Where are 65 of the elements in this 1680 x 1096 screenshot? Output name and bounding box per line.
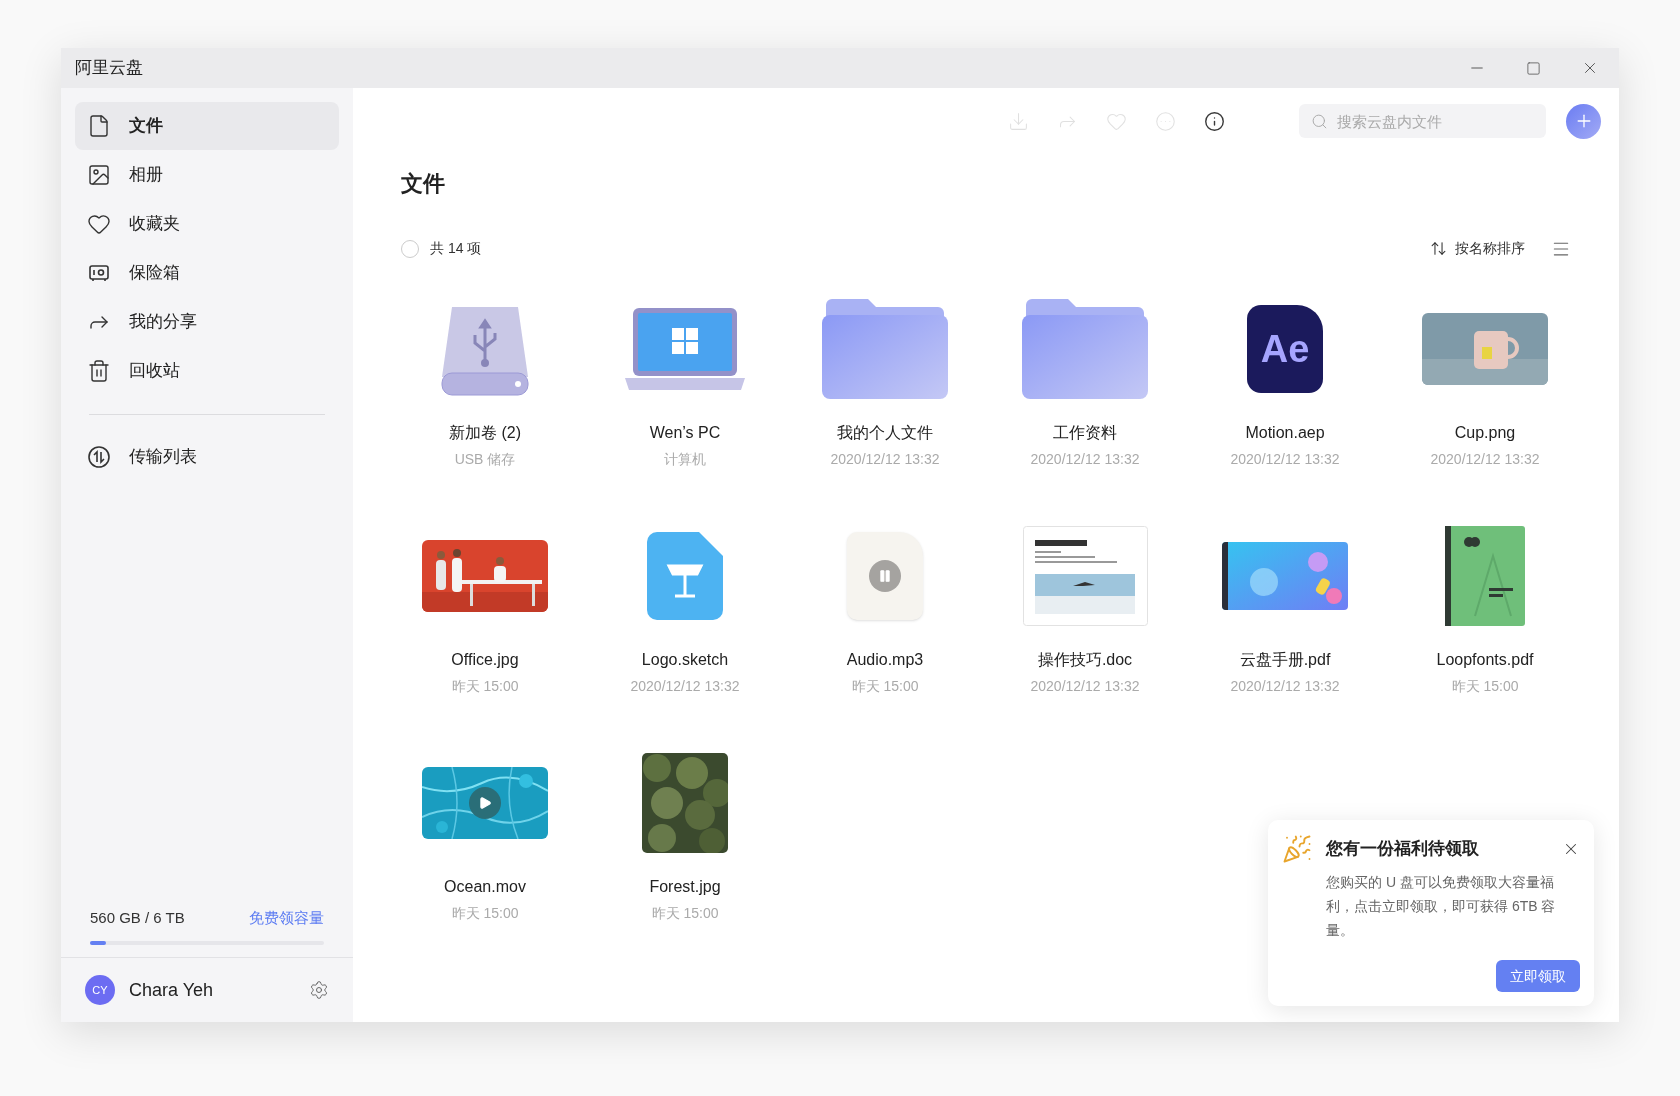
user-avatar[interactable]: CY bbox=[85, 975, 115, 1005]
page-heading: 文件 bbox=[401, 170, 445, 198]
image-icon bbox=[87, 163, 111, 187]
sidebar-item[interactable]: 我的分享 bbox=[75, 298, 339, 346]
file-meta: USB 储存 bbox=[454, 450, 516, 469]
file-name[interactable]: 云盘手册.pdf bbox=[1239, 648, 1331, 672]
file-meta: 2020/12/12 13:32 bbox=[1230, 450, 1340, 469]
free-storage-link[interactable]: 免费领容量 bbox=[249, 906, 324, 929]
file-meta: 2020/12/12 13:32 bbox=[1230, 677, 1340, 696]
file-meta: 昨天 15:00 bbox=[1451, 677, 1519, 696]
folder-icon bbox=[1022, 299, 1148, 399]
file-name[interactable]: 我的个人文件 bbox=[837, 421, 933, 445]
file-meta: 2020/12/12 13:32 bbox=[1430, 450, 1540, 469]
sidebar-item[interactable]: 保险箱 bbox=[75, 249, 339, 297]
add-button[interactable] bbox=[1566, 103, 1601, 139]
settings-icon[interactable] bbox=[309, 980, 329, 1000]
file-name[interactable]: Motion.aep bbox=[1245, 421, 1325, 445]
notification-title: 您有一份福利待领取 bbox=[1326, 838, 1479, 861]
user-name: Chara Yeh bbox=[129, 978, 214, 1002]
trash-icon bbox=[87, 359, 111, 383]
sidebar-item[interactable]: 收藏夹 bbox=[75, 200, 339, 248]
file-name[interactable]: Wen’s PC bbox=[649, 421, 721, 445]
file-name[interactable]: Audio.mp3 bbox=[846, 648, 924, 672]
book-cover-icon bbox=[1445, 526, 1525, 626]
audio-file-icon bbox=[847, 532, 923, 620]
file-name[interactable]: Office.jpg bbox=[451, 648, 519, 672]
sidebar-item[interactable]: 回收站 bbox=[75, 347, 339, 395]
file-meta: 2020/12/12 13:32 bbox=[830, 450, 940, 469]
file-name[interactable]: 新加卷 (2) bbox=[449, 421, 521, 445]
item-count: 共 14 项 bbox=[430, 239, 482, 258]
file-name[interactable]: Ocean.mov bbox=[444, 875, 526, 899]
file-meta: 昨天 15:00 bbox=[451, 904, 519, 923]
document-thumbnail-icon bbox=[1022, 526, 1148, 626]
file-meta: 昨天 15:00 bbox=[651, 904, 719, 923]
file-name[interactable]: 操作技巧.doc bbox=[1037, 648, 1133, 672]
sidebar-item[interactable]: 传输列表 bbox=[75, 433, 339, 481]
search-icon bbox=[1311, 113, 1328, 130]
storage-usage: 560 GB / 6 TB bbox=[90, 907, 185, 928]
notification-body: 您购买的 U 盘可以免费领取大容量福利，点击立即领取，即可获得 6TB 容量。 bbox=[1325, 873, 1557, 940]
sort-icon bbox=[1430, 240, 1447, 257]
claim-button[interactable]: 立即领取 bbox=[1496, 960, 1580, 992]
file-meta: 昨天 15:00 bbox=[851, 677, 919, 696]
app-icon: Ae bbox=[1247, 305, 1323, 393]
party-popper-icon bbox=[1282, 834, 1312, 864]
file-meta: 2020/12/12 13:32 bbox=[1030, 450, 1140, 469]
transfer-icon bbox=[87, 445, 111, 469]
window-title: 阿里云盘 bbox=[75, 57, 143, 80]
sidebar-item[interactable]: 相册 bbox=[75, 151, 339, 199]
presentation-file-icon bbox=[647, 532, 723, 620]
file-meta: 计算机 bbox=[664, 450, 706, 469]
file-meta: 2020/12/12 13:32 bbox=[630, 677, 740, 696]
folder-icon bbox=[822, 299, 948, 399]
file-meta: 昨天 15:00 bbox=[451, 677, 519, 696]
file-icon bbox=[87, 114, 111, 138]
sidebar-item[interactable]: 文件 bbox=[75, 102, 339, 150]
file-name[interactable]: Loopfonts.pdf bbox=[1436, 648, 1534, 672]
file-name[interactable]: Cup.png bbox=[1454, 421, 1516, 445]
file-name[interactable]: Logo.sketch bbox=[641, 648, 729, 672]
heart-icon bbox=[87, 212, 111, 236]
maximize-icon[interactable] bbox=[1526, 60, 1541, 76]
file-name[interactable]: 工作资料 bbox=[1053, 421, 1117, 445]
file-meta: 2020/12/12 13:32 bbox=[1030, 677, 1140, 696]
sort-button[interactable]: 按名称排序 bbox=[1430, 238, 1525, 259]
file-name[interactable]: Forest.jpg bbox=[649, 875, 721, 899]
search-field[interactable]: 搜索云盘内文件 bbox=[1299, 104, 1546, 138]
